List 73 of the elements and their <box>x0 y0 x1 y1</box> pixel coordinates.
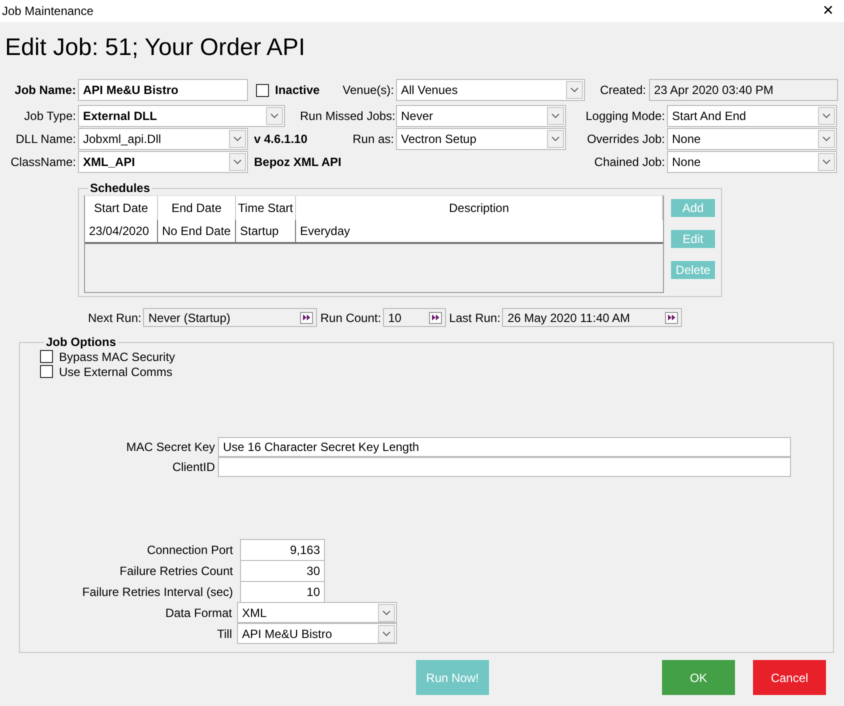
readonly-field: 10 <box>383 308 446 327</box>
version-text: v 4.6.1.10 <box>254 132 308 146</box>
field-label: Next Run: <box>88 310 142 324</box>
chevron-down-icon <box>822 112 831 118</box>
field-label: MAC Secret Key <box>125 440 216 454</box>
field-label: ClientID <box>171 460 216 474</box>
field-label: Job Type: <box>23 108 77 122</box>
fast-forward-icon <box>302 314 312 321</box>
dropdown[interactable]: Never <box>396 104 566 126</box>
field-label: DLL Name: <box>14 132 77 146</box>
field-label: Logging Mode: <box>585 108 666 122</box>
dropdown[interactable]: All Venues <box>396 79 585 101</box>
chevron-down-icon <box>822 158 831 164</box>
checkbox-label: Bypass MAC Security <box>59 350 176 364</box>
readonly-field: 26 May 2020 11:40 AM <box>502 308 682 327</box>
chevron-down-icon <box>570 87 579 93</box>
field-label: Overrides Job: <box>586 132 666 146</box>
version-text: Bepoz XML API <box>254 154 342 168</box>
readonly-field[interactable]: 23 Apr 2020 03:40 PM <box>649 79 838 101</box>
fast-forward-icon <box>431 314 440 321</box>
section-title: Schedules <box>89 181 152 195</box>
field-label: Run Count: <box>320 310 382 324</box>
field-label: Job Name: <box>14 83 77 97</box>
close-button[interactable]: ✕ <box>818 3 838 19</box>
number-field[interactable]: 9,163 <box>240 538 325 560</box>
field-label: Last Run: <box>449 310 500 324</box>
table-cell: 23/04/2020 <box>85 220 158 242</box>
field-label: Failure Retries Interval (sec) <box>81 584 234 598</box>
chevron-down-icon <box>233 136 242 142</box>
checkbox[interactable] <box>256 84 269 96</box>
dropdown[interactable]: External DLL <box>78 104 285 126</box>
fast-forward-icon <box>667 314 676 321</box>
table-cell: No End Date <box>158 220 236 242</box>
field-label: Data Format <box>164 606 233 620</box>
table-cell-text: Everyday <box>299 223 352 240</box>
chevron-down-icon <box>270 112 279 118</box>
text-field[interactable] <box>218 457 791 477</box>
text-field[interactable]: API Me&U Bistro <box>78 79 248 101</box>
table-cell: Startup <box>236 220 296 242</box>
checkbox-label: Inactive <box>275 83 320 97</box>
number-field[interactable]: 10 <box>240 580 325 602</box>
field-label: Connection Port <box>146 542 234 556</box>
chevron-down-icon <box>382 610 391 616</box>
window-title: Job Maintenance <box>2 4 94 18</box>
chevron-down-icon <box>233 158 242 164</box>
dropdown[interactable]: Jobxml_api.Dll <box>78 128 248 150</box>
field-label: Failure Retries Count <box>118 564 234 578</box>
field-label: Till <box>216 626 233 640</box>
dropdown[interactable]: None <box>667 150 837 172</box>
dropdown[interactable]: Start And End <box>667 104 837 126</box>
page-heading: Edit Job: 51; Your Order API <box>5 34 306 63</box>
dropdown[interactable]: XML_API <box>78 150 248 172</box>
checkbox-label: Use External Comms <box>59 364 172 378</box>
column-header[interactable]: Time Start <box>236 196 296 220</box>
cancel-button[interactable]: Cancel <box>753 660 826 695</box>
chevron-down-icon <box>551 136 560 142</box>
section-title: Job Options <box>45 335 117 349</box>
checkbox[interactable] <box>40 365 53 378</box>
field-label: ClassName: <box>10 154 77 168</box>
chevron-down-icon <box>551 112 560 118</box>
dropdown[interactable]: None <box>667 128 837 150</box>
field-label: Created: <box>598 83 647 97</box>
text-field[interactable]: Use 16 Character Secret Key Length <box>218 437 791 457</box>
field-label: Run Missed Jobs: <box>300 108 396 122</box>
dropdown[interactable]: API Me&U Bistro <box>237 623 397 644</box>
field-label: Chained Job: <box>593 154 666 168</box>
dropdown[interactable]: Vectron Setup <box>396 128 566 150</box>
chevron-down-icon <box>382 630 391 636</box>
chevron-down-icon <box>822 136 831 142</box>
checkbox[interactable] <box>40 350 53 363</box>
readonly-field: Never (Startup) <box>143 308 318 327</box>
dropdown[interactable]: XML <box>237 602 397 623</box>
number-field[interactable]: 30 <box>240 560 325 582</box>
